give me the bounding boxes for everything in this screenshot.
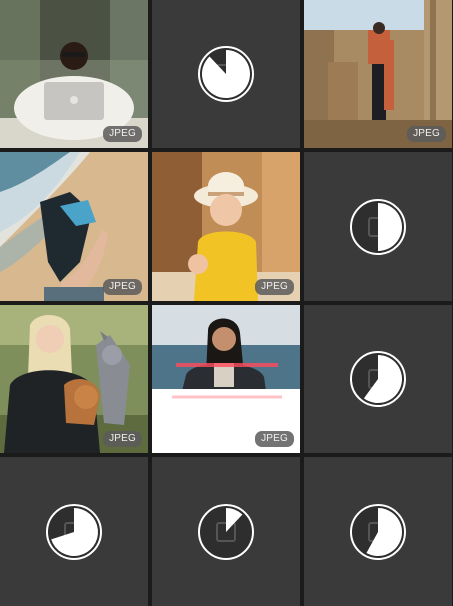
loading-tile-6[interactable]: [304, 152, 452, 301]
photo-tile-3[interactable]: JPEG: [304, 0, 452, 148]
photo-tile-7[interactable]: JPEG: [0, 305, 148, 453]
loading-tile-2[interactable]: [152, 0, 300, 148]
photo-tile-8[interactable]: JPEG: [152, 305, 300, 453]
progress-pie-icon: [198, 46, 254, 102]
loading-tile-12[interactable]: [304, 457, 452, 606]
photo-grid: JPEG JPEG JPEG JPEG JPEG JPEG: [0, 0, 453, 606]
file-type-badge: JPEG: [103, 279, 142, 295]
photo-tile-5[interactable]: JPEG: [152, 152, 300, 301]
progress-pie-icon: [46, 503, 102, 560]
photo-tile-1[interactable]: JPEG: [0, 0, 148, 148]
progress-pie-icon: [350, 503, 406, 560]
loading-tile-9[interactable]: [304, 305, 452, 453]
progress-pie-icon: [198, 503, 254, 560]
progress-pie-icon: [350, 198, 406, 255]
file-type-badge: JPEG: [255, 431, 294, 447]
photo-tile-4[interactable]: JPEG: [0, 152, 148, 301]
file-type-badge: JPEG: [103, 431, 142, 447]
progress-pie-icon: [350, 351, 406, 407]
file-type-badge: JPEG: [255, 279, 294, 295]
file-type-badge: JPEG: [407, 126, 446, 142]
file-type-badge: JPEG: [103, 126, 142, 142]
loading-tile-11[interactable]: [152, 457, 300, 606]
loading-tile-10[interactable]: [0, 457, 148, 606]
